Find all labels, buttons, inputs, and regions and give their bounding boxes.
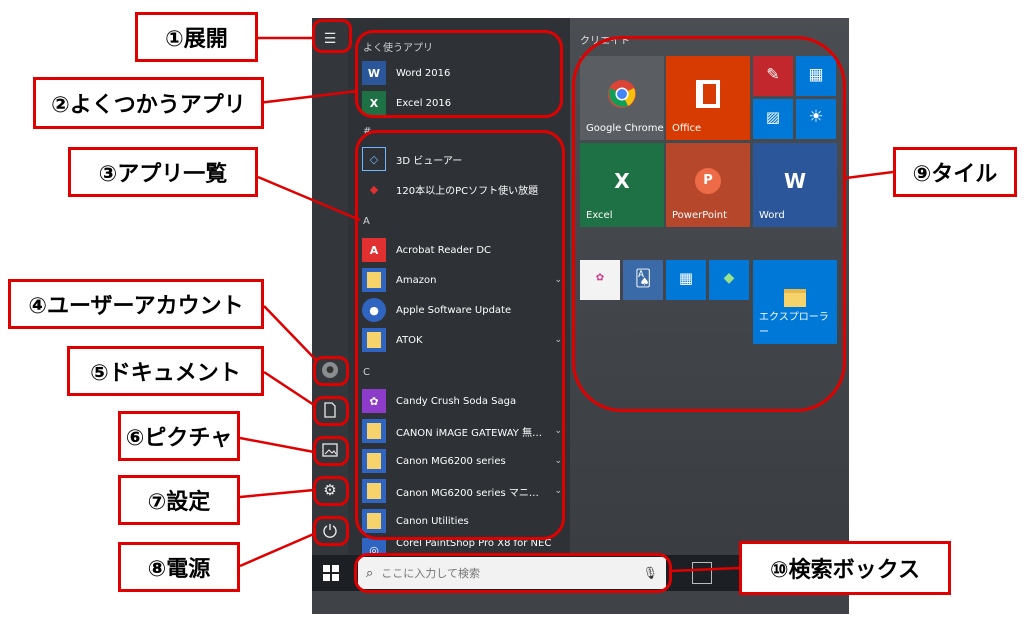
callout-settings: ⑦設定 [118, 475, 240, 525]
callout-documents: ⑤ドキュメント [67, 346, 264, 396]
callout-frequent-apps: ②よくつかうアプリ [33, 77, 264, 129]
callout-pictures: ⑥ピクチャ [118, 411, 240, 461]
callout-app-list: ③アプリ一覧 [68, 147, 258, 197]
callout-expand: ①展開 [135, 12, 258, 62]
callout-tiles: ⑨タイル [893, 147, 1017, 197]
callout-power: ⑧電源 [118, 542, 240, 592]
callout-search-box: ⑩検索ボックス [739, 541, 951, 595]
callout-user-account: ④ユーザーアカウント [8, 279, 264, 329]
